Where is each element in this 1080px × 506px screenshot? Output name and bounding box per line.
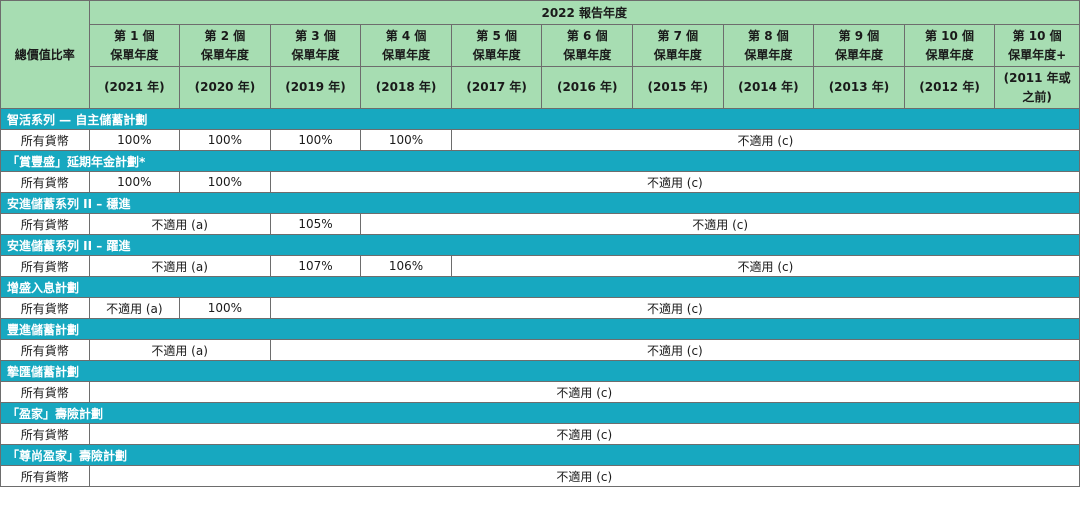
policy-year-header-6: 第 6 個保單年度	[541, 24, 634, 67]
value-cell: 100%	[88, 171, 181, 193]
section-title-plan-1: 智活系列 — 自主儲蓄計劃	[0, 108, 1080, 130]
total-value-ratio-table: 總價值比率 2022 報告年度 第 1 個保單年度 第 2 個保單年度 第 3 …	[0, 0, 1080, 487]
policy-year-header-5: 第 5 個保單年度	[450, 24, 543, 67]
calendar-year-header-4: (2018 年)	[360, 66, 452, 109]
row-label: 所有貨幣	[0, 381, 90, 403]
policy-year-header-2: 第 2 個保單年度	[179, 24, 271, 67]
row-label: 所有貨幣	[0, 213, 90, 235]
section-title-plan-2: 「賞豐盛」延期年金計劃*	[0, 150, 1080, 172]
policy-year-header-8: 第 8 個保單年度	[722, 24, 815, 67]
row-label: 所有貨幣	[0, 423, 90, 445]
section-title-plan-8: 「盈家」壽險計劃	[0, 402, 1080, 424]
corner-header: 總價值比率	[0, 0, 90, 109]
policy-year-label: 保單年度	[925, 47, 974, 62]
policy-year-ordinal: 第 3 個	[295, 28, 336, 43]
value-cell: 105%	[269, 213, 362, 235]
total-value-ratio-table-container: 總價值比率 2022 報告年度 第 1 個保單年度 第 2 個保單年度 第 3 …	[0, 0, 1080, 506]
section-title-plan-7: 摯匯儲蓄計劃	[0, 360, 1080, 382]
policy-year-header-9: 第 9 個保單年度	[813, 24, 905, 67]
value-cell: 不適用 (c)	[88, 423, 1080, 445]
value-cell: 不適用 (c)	[269, 297, 1080, 319]
calendar-year-header-1: (2021 年)	[88, 66, 181, 109]
policy-year-label: 保單年度	[110, 47, 159, 62]
value-cell: 不適用 (c)	[360, 213, 1080, 235]
value-cell: 不適用 (c)	[88, 465, 1080, 487]
policy-year-header-1: 第 1 個保單年度	[88, 24, 181, 67]
report-year-header: 2022 報告年度	[88, 0, 1080, 25]
policy-year-header-4: 第 4 個保單年度	[360, 24, 452, 67]
policy-year-ordinal: 第 7 個	[657, 28, 699, 43]
policy-year-ordinal: 第 5 個	[476, 28, 517, 43]
value-cell: 100%	[179, 171, 271, 193]
section-title-plan-5: 增盛入息計劃	[0, 276, 1080, 298]
policy-year-ordinal: 第 10 個	[1012, 28, 1062, 43]
calendar-year-header-3: (2019 年)	[269, 66, 362, 109]
policy-year-label: 保單年度	[291, 47, 340, 62]
value-cell: 100%	[179, 297, 271, 319]
calendar-year-header-5: (2017 年)	[450, 66, 543, 109]
value-cell: 不適用 (a)	[88, 255, 271, 277]
policy-year-header-10: 第 10 個保單年度	[903, 24, 996, 67]
value-cell: 不適用 (c)	[269, 339, 1080, 361]
calendar-year-header-10-plus: (2011 年或 之前)	[994, 66, 1080, 109]
calendar-year-header-9: (2013 年)	[813, 66, 905, 109]
policy-year-ordinal: 第 8 個	[748, 28, 789, 43]
policy-year-label: 保單年度	[472, 47, 521, 62]
section-title-plan-6: 豐進儲蓄計劃	[0, 318, 1080, 340]
policy-year-label: 保單年度	[653, 47, 702, 62]
policy-year-label: 保單年度	[834, 47, 883, 62]
policy-year-ordinal: 第 10 個	[925, 28, 975, 43]
row-label: 所有貨幣	[0, 339, 90, 361]
policy-year-header-10-plus: 第 10 個保單年度+	[994, 24, 1080, 67]
row-label: 所有貨幣	[0, 297, 90, 319]
policy-year-label: 保單年度	[200, 47, 249, 62]
policy-year-label: 保單年度	[382, 47, 431, 62]
value-cell: 不適用 (a)	[88, 213, 271, 235]
section-title-plan-3: 安進儲蓄系列 II – 穩進	[0, 192, 1080, 214]
row-label: 所有貨幣	[0, 171, 90, 193]
value-cell: 100%	[88, 129, 181, 151]
value-cell: 不適用 (c)	[450, 255, 1080, 277]
policy-year-ordinal: 第 1 個	[113, 28, 155, 43]
value-cell: 不適用 (c)	[88, 381, 1080, 403]
policy-year-header-7: 第 7 個保單年度	[632, 24, 724, 67]
calendar-year-header-6: (2016 年)	[541, 66, 634, 109]
calendar-year-header-7: (2015 年)	[632, 66, 724, 109]
calendar-year-header-8: (2014 年)	[722, 66, 815, 109]
policy-year-ordinal: 第 9 個	[838, 28, 880, 43]
calendar-year-header-10: (2012 年)	[903, 66, 996, 109]
value-cell: 107%	[269, 255, 362, 277]
section-title-plan-4: 安進儲蓄系列 II – 躍進	[0, 234, 1080, 256]
policy-year-label: 保單年度	[744, 47, 793, 62]
calendar-year-line: (2011 年或	[1003, 70, 1071, 85]
value-cell: 不適用 (a)	[88, 339, 271, 361]
row-label: 所有貨幣	[0, 255, 90, 277]
section-title-plan-9: 「尊尚盈家」壽險計劃	[0, 444, 1080, 466]
value-cell: 100%	[360, 129, 452, 151]
value-cell: 不適用 (c)	[269, 171, 1080, 193]
value-cell: 106%	[360, 255, 452, 277]
policy-year-ordinal: 第 2 個	[204, 28, 246, 43]
value-cell: 100%	[269, 129, 362, 151]
calendar-year-line: 之前)	[1022, 89, 1052, 104]
policy-year-header-3: 第 3 個保單年度	[269, 24, 362, 67]
row-label: 所有貨幣	[0, 129, 90, 151]
row-label: 所有貨幣	[0, 465, 90, 487]
policy-year-label: 保單年度+	[1008, 47, 1067, 62]
policy-year-ordinal: 第 4 個	[385, 28, 427, 43]
value-cell: 不適用 (a)	[88, 297, 181, 319]
value-cell: 100%	[179, 129, 271, 151]
calendar-year-header-2: (2020 年)	[179, 66, 271, 109]
value-cell: 不適用 (c)	[450, 129, 1080, 151]
policy-year-label: 保單年度	[563, 47, 612, 62]
policy-year-ordinal: 第 6 個	[566, 28, 608, 43]
